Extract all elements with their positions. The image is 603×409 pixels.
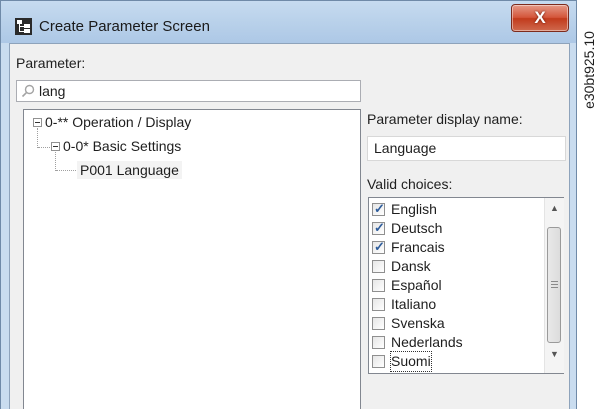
display-name-label: Parameter display name: — [367, 111, 523, 127]
valid-choices-label: Valid choices: — [367, 176, 453, 192]
checkbox[interactable] — [372, 260, 385, 273]
checkbox[interactable] — [372, 317, 385, 330]
tree-connector — [56, 170, 76, 171]
checkbox[interactable]: ✓ — [372, 239, 385, 254]
parameter-label: Parameter: — [16, 55, 86, 71]
tree-item-operation-display[interactable]: 0-** Operation / Display — [45, 113, 191, 131]
collapse-icon[interactable] — [33, 118, 42, 127]
choice-label: Deutsch — [391, 220, 443, 236]
choice-label: Svenska — [391, 315, 445, 331]
figure-code-label: e30bt925.10 — [581, 31, 597, 109]
choice-label: English — [391, 201, 437, 217]
choice-label: Italiano — [391, 296, 437, 312]
grip-line — [551, 287, 558, 288]
tree-connector — [37, 128, 38, 148]
grip-line — [551, 281, 558, 282]
choice-label: Suomi — [390, 351, 432, 372]
tree-connector — [38, 147, 50, 148]
choice-label: Francais — [391, 239, 445, 255]
close-button[interactable]: X — [511, 4, 569, 32]
collapse-icon[interactable] — [51, 142, 60, 151]
choice-label: Español — [391, 277, 442, 293]
close-icon: X — [534, 8, 546, 27]
app-icon — [15, 18, 32, 35]
check-icon: ✓ — [374, 220, 385, 235]
tree-item-basic-settings[interactable]: 0-0* Basic Settings — [63, 137, 181, 155]
scroll-thumb[interactable] — [547, 227, 561, 343]
checkbox[interactable] — [372, 279, 385, 292]
display-name-field[interactable]: Language — [367, 136, 566, 161]
figure-code: e30bt925.10 — [575, 10, 603, 150]
title-bar[interactable]: Create Parameter Screen X — [1, 1, 576, 43]
scroll-up-icon[interactable]: ▲ — [545, 200, 564, 217]
parameter-tree[interactable]: 0-** Operation / Display 0-0* Basic Sett… — [23, 109, 361, 409]
tree-connector — [55, 152, 56, 171]
checkbox[interactable]: ✓ — [372, 220, 385, 235]
search-input[interactable] — [39, 82, 349, 100]
tree-item-p001-language[interactable]: P001 Language — [77, 161, 182, 179]
checkbox[interactable] — [372, 355, 385, 368]
choice-label: Nederlands — [391, 334, 463, 350]
search-icon — [21, 84, 35, 98]
choices-scrollbar[interactable]: ▲ ▼ — [544, 198, 564, 373]
valid-choices-list[interactable]: ✓ English ✓ Deutsch ✓ Francais Dansk Esp… — [368, 197, 564, 374]
checkbox[interactable]: ✓ — [372, 201, 385, 216]
scroll-down-icon[interactable]: ▼ — [545, 346, 564, 363]
choice-label: Dansk — [391, 258, 431, 274]
check-icon: ✓ — [374, 239, 385, 254]
check-icon: ✓ — [374, 201, 385, 216]
window-title: Create Parameter Screen — [39, 18, 210, 35]
search-field[interactable] — [16, 80, 361, 102]
grip-line — [551, 284, 558, 285]
checkbox[interactable] — [372, 298, 385, 311]
checkbox[interactable] — [372, 336, 385, 349]
